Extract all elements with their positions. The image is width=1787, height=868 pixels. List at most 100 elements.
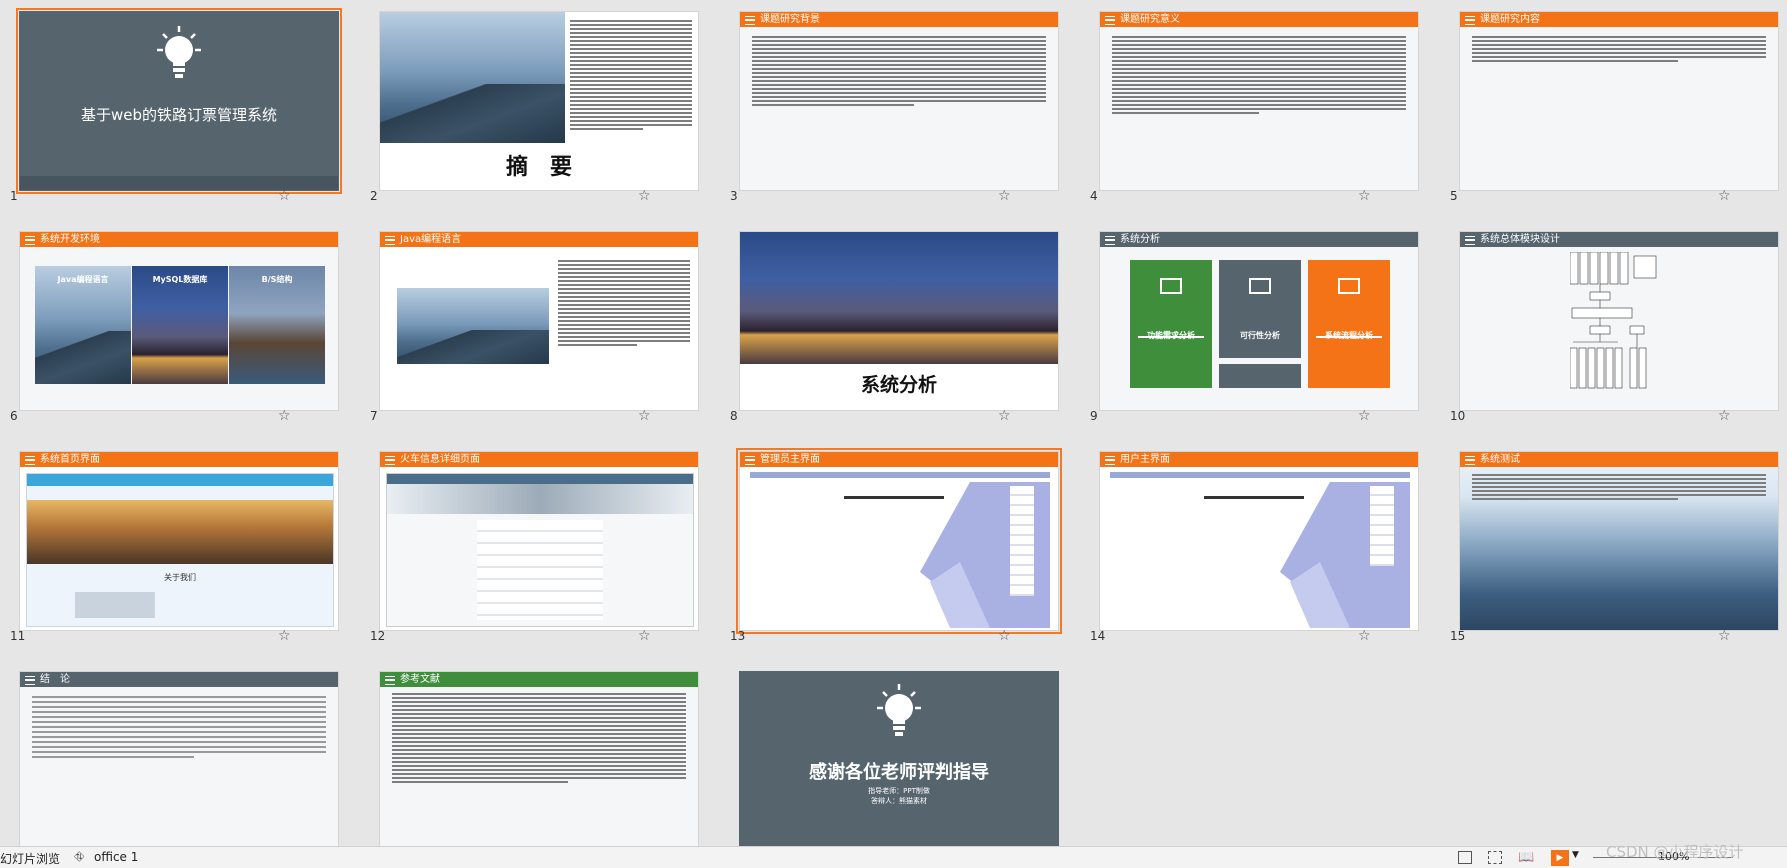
arrow-right-icon — [1316, 336, 1382, 338]
slide-2-canvas: 摘 要 — [379, 11, 699, 191]
star-icon[interactable]: ☆ — [1718, 408, 1731, 424]
slide-thumb-14[interactable]: 用户主界面 14 ☆ — [1080, 440, 1440, 660]
body-text — [558, 260, 690, 348]
watermark: CSDN @小程序设计 — [1606, 843, 1744, 861]
slide-2-title: 摘 要 — [505, 155, 572, 180]
slide-number: 8 — [730, 409, 738, 423]
homepage-screenshot: 关于我们 — [26, 473, 334, 627]
star-icon[interactable]: ☆ — [278, 408, 291, 424]
star-icon[interactable]: ☆ — [278, 628, 291, 644]
side-menu — [1370, 486, 1394, 566]
slide-9-canvas: 系统分析 功能需求分析 可行性分析 系统流程分析 — [1099, 231, 1419, 411]
slide-12-header: 火车信息详细页面 — [380, 452, 698, 467]
slide-11-header: 系统首页界面 — [20, 452, 338, 467]
body-text — [32, 696, 326, 761]
slide-number: 6 — [10, 409, 18, 423]
slide-18-title: 感谢各位老师评判指导 — [809, 762, 989, 783]
slide-7-header: Java编程语言 — [380, 232, 698, 247]
slide-thumb-10[interactable]: 系统总体模块设计 10 ☆ — [1440, 220, 1787, 440]
slide-17-header: 参考文献 — [380, 672, 698, 687]
body-text — [1112, 36, 1406, 116]
bar-chart-icon — [1338, 278, 1360, 294]
slide-3-canvas: 课题研究背景 — [739, 11, 1059, 191]
slide-thumb-18[interactable]: 感谢各位老师评判指导 指导老师：PPT制做 答辩人：熊猫素材 — [720, 660, 1080, 868]
admin-screenshot — [750, 472, 1050, 628]
theme-icon: ⛗ — [74, 850, 85, 865]
slide-thumb-3[interactable]: 课题研究背景 3 ☆ — [720, 0, 1080, 220]
slide-number: 10 — [1450, 409, 1466, 423]
slide-18-subtitle-2: 答辩人：熊猫素材 — [871, 797, 927, 805]
slide-11-canvas: 系统首页界面 关于我们 — [19, 451, 339, 631]
star-icon[interactable]: ☆ — [998, 408, 1011, 424]
slide-16-canvas: 结 论 — [19, 671, 339, 851]
slide-thumb-1[interactable]: 基于web的铁路订票管理系统 1 ☆ — [0, 0, 360, 220]
slide-thumb-9[interactable]: 系统分析 功能需求分析 可行性分析 系统流程分析 9 ☆ — [1080, 220, 1440, 440]
slide-thumb-5[interactable]: 课题研究内容 5 ☆ — [1440, 0, 1787, 220]
star-icon[interactable]: ☆ — [1718, 188, 1731, 204]
abstract-text-block — [570, 20, 692, 132]
slide-5-header: 课题研究内容 — [1460, 12, 1778, 27]
box-process: 系统流程分析 — [1308, 260, 1390, 388]
slide-thumb-6[interactable]: 系统开发环境 Java编程语言 MySQL数据库 B/S结构 6 ☆ — [0, 220, 360, 440]
slide-number: 15 — [1450, 629, 1466, 643]
chevron-down-icon[interactable]: ▼ — [1572, 850, 1579, 860]
slide-15-header: 系统测试 — [1460, 452, 1778, 467]
slide-thumb-17[interactable]: 参考文献 17 ☆ — [360, 660, 720, 868]
slide-10-header: 系统总体模块设计 — [1460, 232, 1778, 247]
panel-mysql: MySQL数据库 — [132, 266, 228, 384]
slide-6-canvas: 系统开发环境 Java编程语言 MySQL数据库 B/S结构 — [19, 231, 339, 411]
slide-17-canvas: 参考文献 — [379, 671, 699, 851]
monitor-icon — [1160, 278, 1182, 294]
slide-thumb-7[interactable]: Java编程语言 7 ☆ — [360, 220, 720, 440]
star-icon[interactable]: ☆ — [638, 188, 651, 204]
slide-3-header: 课题研究背景 — [740, 12, 1058, 27]
body-text — [1472, 474, 1766, 502]
star-icon[interactable]: ☆ — [1358, 628, 1371, 644]
slide-12-canvas: 火车信息详细页面 — [379, 451, 699, 631]
slide-8-canvas: 系统分析 — [739, 231, 1059, 411]
slide-thumb-11[interactable]: 系统首页界面 关于我们 11 ☆ — [0, 440, 360, 660]
slide-number: 12 — [370, 629, 386, 643]
reading-view-icon[interactable]: 📖 — [1518, 850, 1534, 865]
user-screenshot — [1110, 472, 1410, 628]
theme-name[interactable]: office 1 — [94, 850, 138, 864]
slide-thumb-8[interactable]: 系统分析 8 ☆ — [720, 220, 1080, 440]
slide-thumb-4[interactable]: 课题研究意义 4 ☆ — [1080, 0, 1440, 220]
slide-15-canvas: 系统测试 — [1459, 451, 1779, 631]
star-icon[interactable]: ☆ — [1718, 628, 1731, 644]
play-icon[interactable]: ▶ — [1551, 850, 1569, 866]
slide-number: 3 — [730, 189, 738, 203]
slide-18-canvas: 感谢各位老师评判指导 指导老师：PPT制做 答辩人：熊猫素材 — [739, 671, 1059, 851]
slide-1-canvas: 基于web的铁路订票管理系统 — [16, 8, 342, 194]
normal-view-icon[interactable] — [1458, 851, 1472, 864]
star-icon[interactable]: ☆ — [638, 408, 651, 424]
panel-java: Java编程语言 — [35, 266, 131, 384]
slide-13-canvas: 管理员主界面 — [736, 448, 1062, 634]
slide-sorter-grid: 基于web的铁路订票管理系统 1 ☆ 摘 要 2 ☆ 课题研究背景 3 ☆ 课题… — [0, 0, 1787, 864]
star-icon[interactable]: ☆ — [1358, 188, 1371, 204]
side-menu — [1010, 486, 1034, 596]
body-text — [752, 36, 1046, 108]
slide-thumb-13[interactable]: 管理员主界面 13 ☆ — [720, 440, 1080, 660]
train-banner-image — [387, 484, 693, 514]
star-icon[interactable]: ☆ — [638, 628, 651, 644]
train-detail-screenshot — [386, 473, 694, 627]
slide-10-canvas: 系统总体模块设计 — [1459, 231, 1779, 411]
slide-6-header: 系统开发环境 — [20, 232, 338, 247]
slide-9-header: 系统分析 — [1100, 232, 1418, 247]
slide-thumb-12[interactable]: 火车信息详细页面 12 ☆ — [360, 440, 720, 660]
view-mode-label[interactable]: 幻灯片浏览 — [0, 850, 60, 867]
slide-sorter-icon[interactable] — [1488, 851, 1502, 864]
slide-number: 1 — [10, 189, 18, 203]
star-icon[interactable]: ☆ — [998, 188, 1011, 204]
star-icon[interactable]: ☆ — [278, 188, 291, 204]
slide-thumb-16[interactable]: 结 论 16 ☆ — [0, 660, 360, 868]
slide-thumb-2[interactable]: 摘 要 2 ☆ — [360, 0, 720, 220]
star-icon[interactable]: ☆ — [1358, 408, 1371, 424]
lightbulb-icon — [157, 26, 201, 78]
slide-number: 9 — [1090, 409, 1098, 423]
slide-thumb-15[interactable]: 系统测试 15 ☆ — [1440, 440, 1787, 660]
hero-city-image — [27, 500, 333, 564]
slide-number: 14 — [1090, 629, 1106, 643]
star-icon[interactable]: ☆ — [998, 628, 1011, 644]
